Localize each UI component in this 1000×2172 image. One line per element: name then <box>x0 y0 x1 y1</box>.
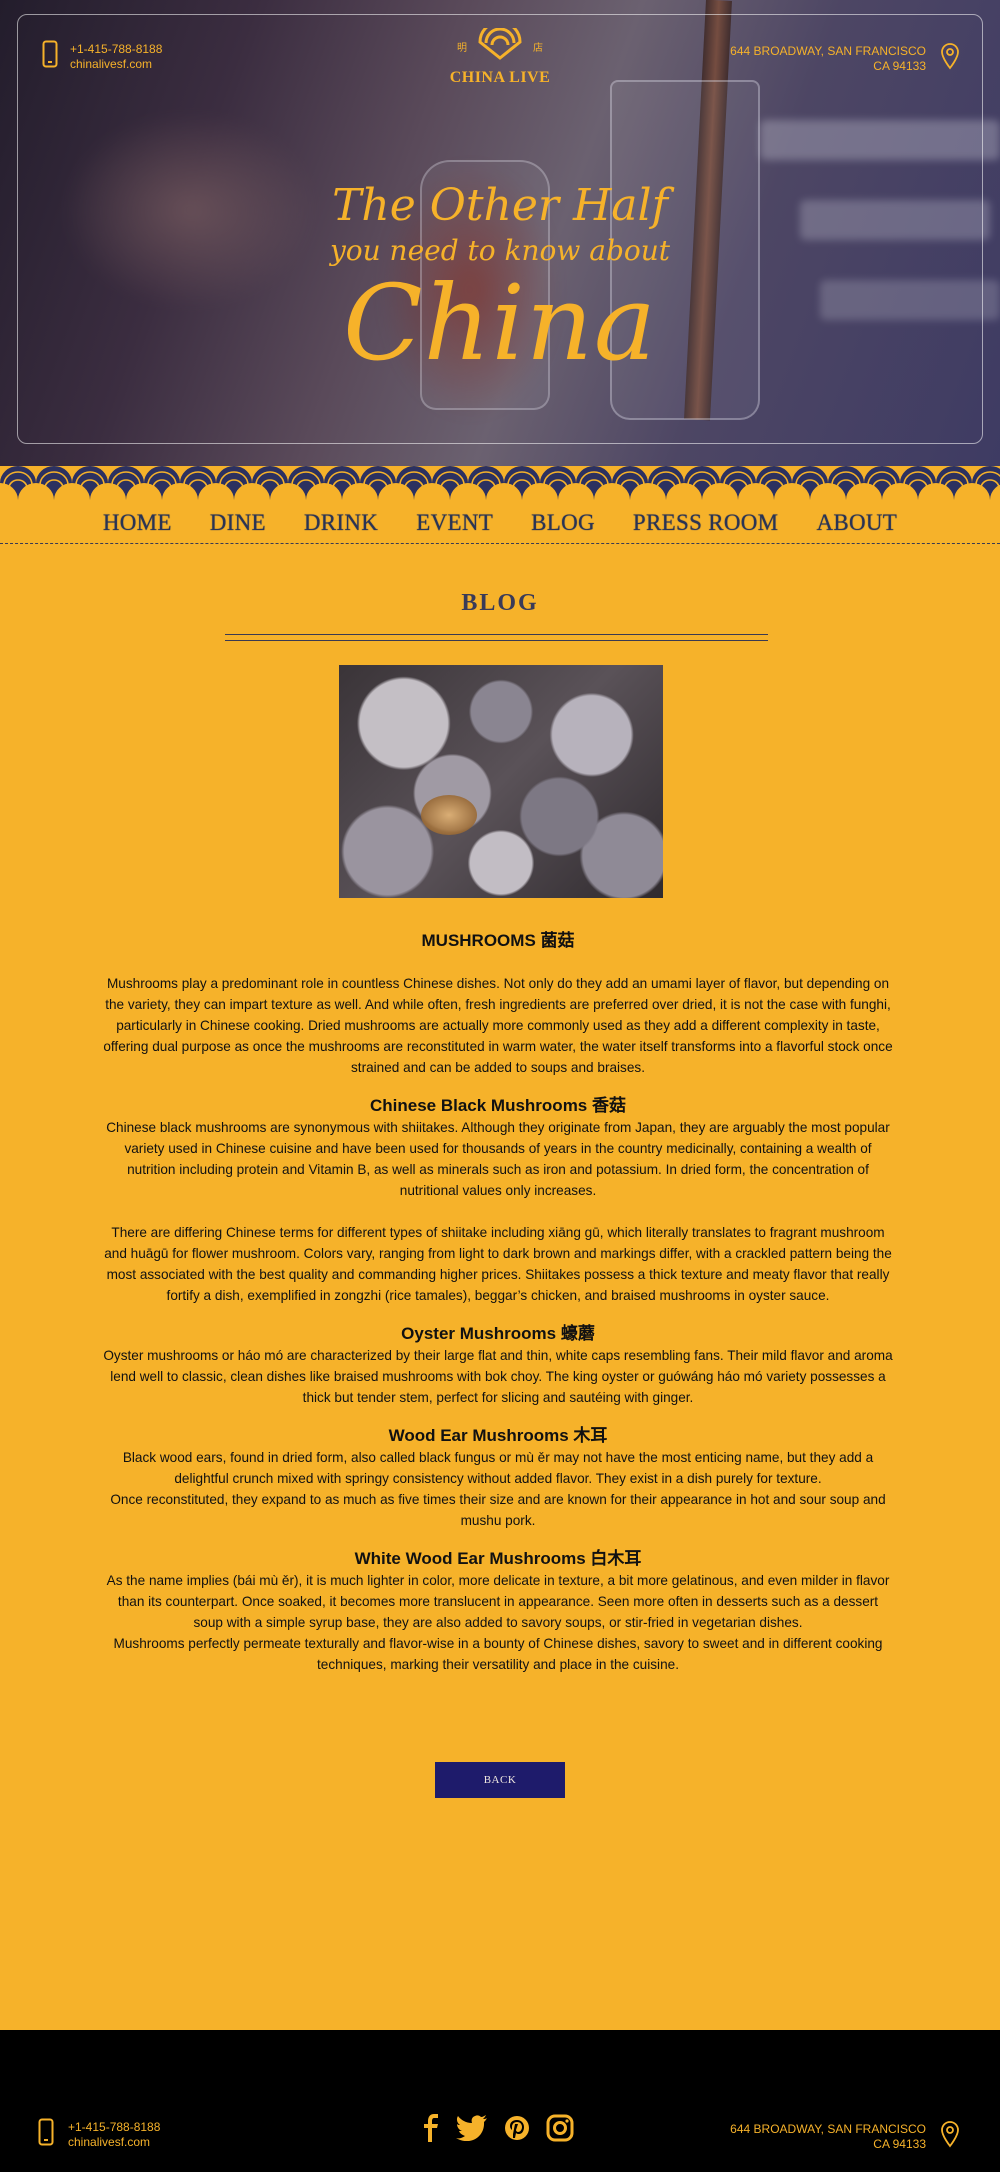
blog-article: MUSHROOMS 菌菇 Mushrooms play a predominan… <box>103 930 893 1675</box>
website-link[interactable]: chinalivesf.com <box>70 57 162 72</box>
page-title: BLOG <box>461 590 539 616</box>
mushrooms-photo <box>339 665 663 898</box>
nav-event[interactable]: EVENT <box>397 506 512 540</box>
instagram-icon[interactable] <box>546 2114 574 2147</box>
facebook-icon[interactable] <box>422 2114 440 2147</box>
address-line2: CA 94133 <box>873 2136 926 2151</box>
main-nav: HOME DINE DRINK EVENT BLOG PRESS ROOM AB… <box>0 506 1000 540</box>
phone-number[interactable]: +1-415-788-8188 <box>68 2120 160 2135</box>
section-heading: White Wood Ear Mushrooms 白木耳 <box>354 1549 642 1568</box>
section-paragraph: There are differing Chinese terms for di… <box>104 1225 892 1303</box>
logo-text: CHINA LIVE <box>449 69 551 86</box>
title-divider <box>225 640 768 641</box>
nav-blog[interactable]: BLOG <box>512 506 614 540</box>
nav-press-room[interactable]: PRESS ROOM <box>614 506 798 540</box>
logo-han-right: 店 <box>533 43 543 54</box>
scallop-pattern-divider <box>0 466 1000 500</box>
section-paragraph: Chinese black mushrooms are synonymous w… <box>106 1120 890 1198</box>
nav-divider <box>0 543 1000 544</box>
phone-icon <box>42 40 58 73</box>
tagline-line1: The Other Half <box>332 180 668 231</box>
fan-logo-icon <box>477 20 523 65</box>
mushroom-cap-highlight <box>421 795 477 835</box>
phone-icon <box>38 2118 54 2151</box>
address-line1: 644 BROADWAY, SAN FRANCISCO <box>730 2121 926 2136</box>
nav-drink[interactable]: DRINK <box>285 506 397 540</box>
section-heading: Wood Ear Mushrooms 木耳 <box>388 1426 608 1445</box>
section-heading: Oyster Mushrooms 蠔蘑 <box>401 1324 595 1343</box>
footer-contact: +1-415-788-8188 chinalivesf.com <box>38 2118 160 2151</box>
address-line2: CA 94133 <box>873 58 926 73</box>
hero-tagline: The Other Half you need to know about Ch… <box>250 180 750 382</box>
location-pin-icon[interactable] <box>940 2120 960 2153</box>
social-links <box>422 2114 574 2147</box>
nav-home[interactable]: HOME <box>84 506 191 540</box>
article-intro: Mushrooms play a predominant role in cou… <box>103 976 893 1075</box>
footer-address: 644 BROADWAY, SAN FRANCISCO CA 94133 <box>730 2120 960 2153</box>
tagline-line3: China <box>343 262 657 384</box>
title-divider <box>225 634 768 635</box>
header-contact: +1-415-788-8188 chinalivesf.com <box>42 40 162 73</box>
footer: +1-415-788-8188 chinalivesf.com 644 BROA… <box>0 2030 1000 2172</box>
article-title: MUSHROOMS 菌菇 <box>421 931 575 950</box>
nav-dine[interactable]: DINE <box>191 506 285 540</box>
section-paragraph: Once reconstituted, they expand to as mu… <box>110 1492 886 1528</box>
header-address: 644 BROADWAY, SAN FRANCISCO CA 94133 <box>730 42 960 75</box>
back-button[interactable]: BACK <box>435 1762 565 1798</box>
section-paragraph: Mushrooms perfectly permeate texturally … <box>113 1636 883 1672</box>
logo[interactable]: 明 店 CHINA LIVE <box>440 20 560 87</box>
website-link[interactable]: chinalivesf.com <box>68 2135 160 2150</box>
nav-about[interactable]: ABOUT <box>797 506 916 540</box>
section-paragraph: Black wood ears, found in dried form, al… <box>122 1450 874 1486</box>
phone-number[interactable]: +1-415-788-8188 <box>70 42 162 57</box>
hero-banner: +1-415-788-8188 chinalivesf.com 明 店 CHIN… <box>0 0 1000 470</box>
section-paragraph: Oyster mushrooms or háo mó are character… <box>103 1348 893 1405</box>
section-heading: Chinese Black Mushrooms 香菇 <box>369 1096 626 1115</box>
logo-han-left: 明 <box>457 43 467 54</box>
twitter-icon[interactable] <box>456 2115 488 2146</box>
section-paragraph: As the name implies (bái mù ěr), it is m… <box>106 1573 890 1630</box>
location-pin-icon[interactable] <box>940 42 960 75</box>
pinterest-icon[interactable] <box>504 2115 530 2146</box>
address-line1: 644 BROADWAY, SAN FRANCISCO <box>730 43 926 58</box>
